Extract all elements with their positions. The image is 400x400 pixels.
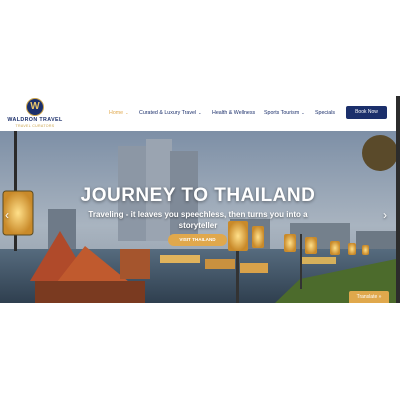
chevron-left-icon[interactable]: ‹ <box>5 209 9 221</box>
brand-tagline: TRAVEL CURATORS <box>15 124 55 128</box>
site-header: W WALDRON TRAVEL TRAVEL CURATORS Home ⌄ C… <box>0 96 400 132</box>
chevron-down-icon: ⌄ <box>301 110 305 115</box>
chevron-down-icon: ⌄ <box>198 110 202 115</box>
nav-item-label: Health & Wellness <box>212 110 256 116</box>
scrollbar[interactable] <box>396 96 400 303</box>
nav-item-label: Curated & Luxury Travel <box>139 110 197 116</box>
chevron-down-icon: ⌄ <box>125 110 129 115</box>
hero-subtitle: Traveling - it leaves you speechless, th… <box>88 210 308 230</box>
logo[interactable]: W WALDRON TRAVEL TRAVEL CURATORS <box>6 98 64 129</box>
hero-title: JOURNEY TO THAILAND <box>80 185 316 206</box>
book-now-button[interactable]: Book Now <box>346 106 387 119</box>
visit-thailand-button[interactable]: VISIT THAILAND <box>168 234 227 246</box>
logo-mark-icon: W <box>26 98 44 116</box>
nav-item-label: Home <box>109 110 124 116</box>
hero-slider: JOURNEY TO THAILAND Traveling - it leave… <box>0 131 396 303</box>
nav-item-label: Specials <box>315 110 336 116</box>
nav-item-home[interactable]: Home ⌄ <box>109 110 129 116</box>
logo-letter: W <box>30 101 40 112</box>
chevron-right-icon[interactable]: › <box>383 209 387 221</box>
nav-item-sports-tourism[interactable]: Sports Tourism ⌄ <box>264 110 305 116</box>
translate-button[interactable]: Translate » <box>349 291 389 303</box>
brand-name: WALDRON TRAVEL <box>7 117 63 123</box>
website: W WALDRON TRAVEL TRAVEL CURATORS Home ⌄ C… <box>0 96 400 303</box>
nav-item-specials[interactable]: Specials <box>315 110 335 116</box>
nav-item-label: Sports Tourism <box>264 110 300 116</box>
nav-item-health-wellness[interactable]: Health & Wellness <box>212 110 255 116</box>
nav-item-curated-luxury-travel[interactable]: Curated & Luxury Travel ⌄ <box>139 110 201 116</box>
